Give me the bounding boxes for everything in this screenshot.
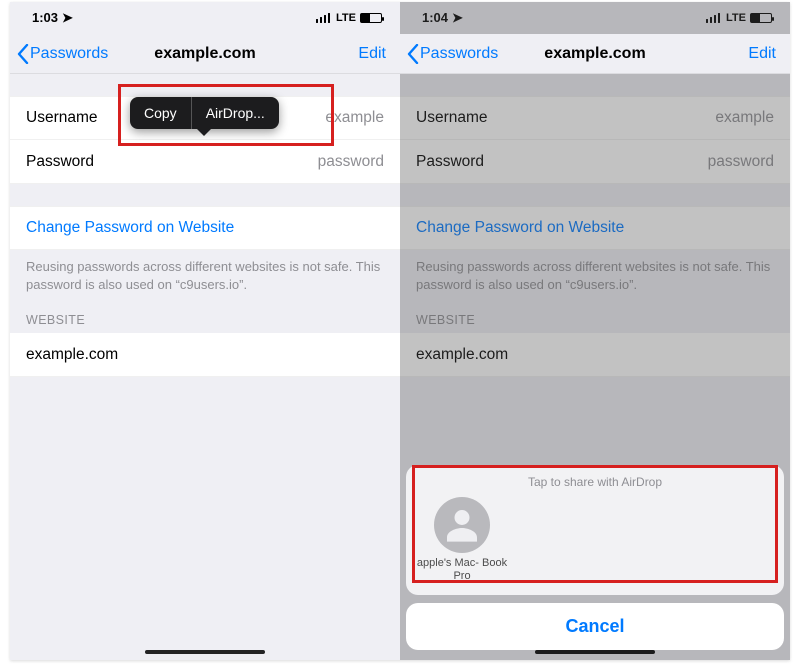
battery-icon	[360, 13, 382, 23]
website-value: example.com	[416, 346, 508, 364]
password-label: Password	[26, 153, 94, 171]
edit-button[interactable]: Edit	[748, 45, 776, 63]
password-value: password	[708, 153, 774, 171]
menu-copy[interactable]: Copy	[130, 97, 191, 129]
edit-button[interactable]: Edit	[358, 45, 386, 63]
airdrop-sheet: Tap to share with AirDrop apple's Mac- B…	[406, 465, 784, 650]
website-row[interactable]: example.com	[10, 333, 400, 377]
cancel-button[interactable]: Cancel	[406, 603, 784, 650]
page-title: example.com	[154, 45, 255, 63]
signal-icon	[316, 13, 331, 23]
username-value: example	[715, 109, 774, 127]
username-value: example	[325, 109, 384, 127]
menu-airdrop[interactable]: AirDrop...	[192, 97, 279, 129]
dual-screenshot-wrap: 1:03 ➤ LTE Passwords example.com Edit Use…	[10, 2, 790, 660]
nav-bar: Passwords example.com Edit	[10, 34, 400, 74]
home-indicator[interactable]	[145, 650, 265, 654]
status-time: 1:03	[32, 10, 58, 25]
location-icon: ➤	[452, 10, 463, 25]
airdrop-contact[interactable]: apple's Mac- Book Pro	[416, 497, 508, 583]
change-password-link[interactable]: Change Password on Website	[400, 206, 790, 250]
password-row[interactable]: Password password	[400, 140, 790, 184]
username-label: Username	[26, 109, 98, 127]
change-password-label: Change Password on Website	[416, 219, 624, 237]
context-menu: Copy AirDrop...	[130, 97, 279, 129]
change-password-link[interactable]: Change Password on Website	[10, 206, 400, 250]
battery-icon	[750, 13, 772, 23]
reuse-warning: Reusing passwords across different websi…	[10, 250, 400, 299]
avatar-icon	[434, 497, 490, 553]
airdrop-panel: Tap to share with AirDrop apple's Mac- B…	[406, 465, 784, 595]
username-row[interactable]: Username example	[400, 96, 790, 140]
website-section-header: WEBSITE	[10, 299, 400, 333]
status-carrier: LTE	[726, 12, 746, 24]
password-value: password	[318, 153, 384, 171]
change-password-label: Change Password on Website	[26, 219, 234, 237]
change-group: Change Password on Website Reusing passw…	[10, 206, 400, 377]
back-label: Passwords	[30, 45, 108, 63]
change-group: Change Password on Website Reusing passw…	[400, 206, 790, 377]
username-label: Username	[416, 109, 488, 127]
airdrop-hint: Tap to share with AirDrop	[416, 473, 774, 497]
status-carrier: LTE	[336, 12, 356, 24]
back-label: Passwords	[420, 45, 498, 63]
chevron-left-icon	[406, 44, 420, 64]
website-section-header: WEBSITE	[400, 299, 790, 333]
phone-right: 1:04 ➤ LTE Passwords example.com Edit Use…	[400, 2, 790, 660]
status-bar: 1:04 ➤ LTE	[400, 2, 790, 34]
status-time: 1:04	[422, 10, 448, 25]
password-row[interactable]: Password password	[10, 140, 400, 184]
location-icon: ➤	[62, 10, 73, 25]
website-row[interactable]: example.com	[400, 333, 790, 377]
reuse-warning: Reusing passwords across different websi…	[400, 250, 790, 299]
back-button[interactable]: Passwords	[16, 34, 108, 73]
back-button[interactable]: Passwords	[406, 34, 498, 73]
website-value: example.com	[26, 346, 118, 364]
password-label: Password	[416, 153, 484, 171]
phone-left: 1:03 ➤ LTE Passwords example.com Edit Use…	[10, 2, 400, 660]
chevron-left-icon	[16, 44, 30, 64]
airdrop-contact-name: apple's Mac- Book Pro	[416, 557, 508, 583]
credentials-group: Username example Password password	[400, 96, 790, 184]
signal-icon	[706, 13, 721, 23]
nav-bar: Passwords example.com Edit	[400, 34, 790, 74]
page-title: example.com	[544, 45, 645, 63]
home-indicator[interactable]	[535, 650, 655, 654]
status-bar: 1:03 ➤ LTE	[10, 2, 400, 34]
